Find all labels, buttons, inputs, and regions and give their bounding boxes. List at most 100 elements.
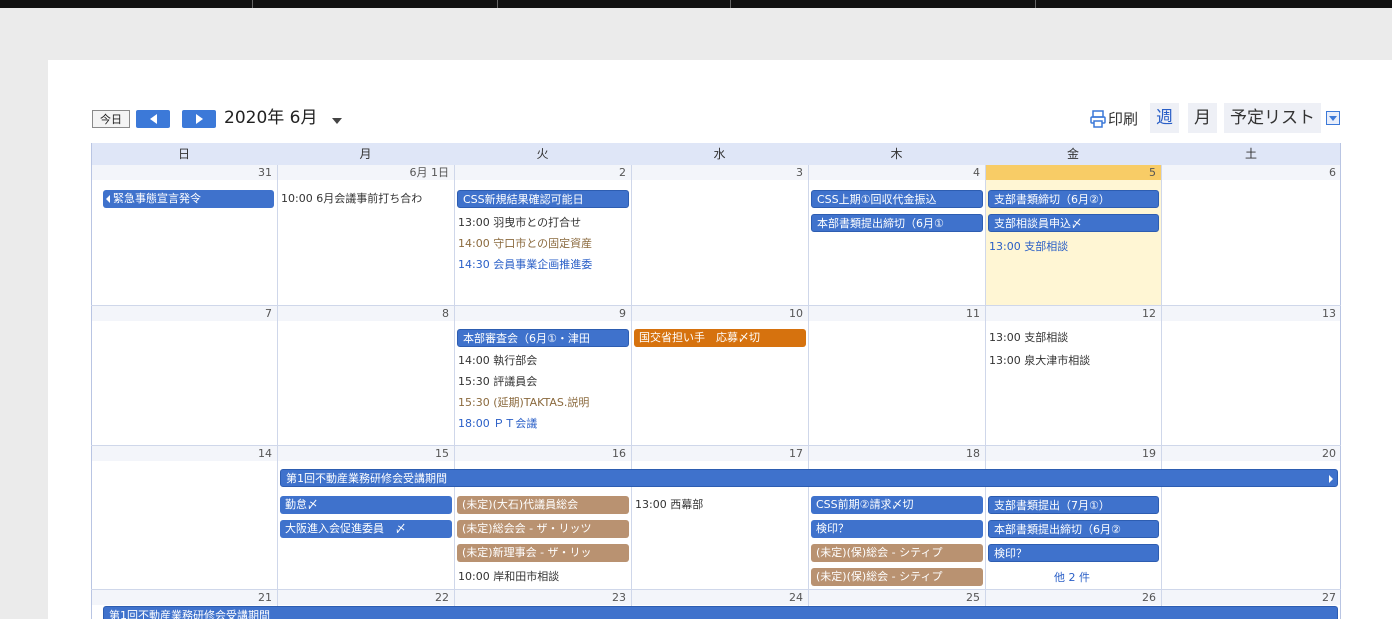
calendar-event[interactable]: 検印？ [988, 544, 1159, 562]
calendar-event[interactable]: 15:30 (延期)TAKTAS.説明 [458, 394, 630, 412]
day-number[interactable]: 22 [277, 590, 454, 605]
calendar-event[interactable]: 13:00 支部相談 [989, 329, 1159, 347]
day-number[interactable]: 18 [808, 446, 985, 461]
grid-line [1161, 165, 1162, 619]
calendar-event[interactable]: 13:00 西幕部 [635, 496, 807, 514]
day-number[interactable]: 3 [631, 165, 808, 180]
calendar-event[interactable]: 15:30 評議員会 [458, 373, 630, 391]
today-cell-highlight [985, 165, 1161, 305]
event-title: 第1回不動産業務研修会受講期間 [109, 609, 270, 619]
calendar-event[interactable]: 勤怠〆 [280, 496, 452, 514]
grid-border [1340, 143, 1341, 619]
calendar-event[interactable]: 13:00 泉大津市相談 [989, 352, 1159, 370]
weekday-sun: 日 [177, 147, 190, 161]
calendar-event[interactable]: 本部書類提出締切（6月② [988, 520, 1159, 538]
view-dropdown-button[interactable] [1326, 111, 1340, 125]
nav-separator [730, 0, 731, 8]
continues-left-icon [106, 195, 110, 203]
view-week-button[interactable]: 週 [1150, 103, 1179, 133]
calendar-event[interactable]: 14:00 執行部会 [458, 352, 630, 370]
grid-line [631, 165, 632, 619]
caret-down-icon[interactable] [332, 118, 342, 124]
chevron-left-icon [149, 114, 157, 124]
view-list-button[interactable]: 予定リスト [1224, 103, 1321, 133]
day-number[interactable]: 26 [985, 590, 1161, 605]
calendar-event[interactable]: 10:00 岸和田市相談 [458, 568, 630, 586]
grid-border [91, 143, 92, 619]
day-number[interactable]: 31 [91, 165, 277, 180]
day-number-today[interactable]: 5 [985, 165, 1161, 180]
view-month-button[interactable]: 月 [1188, 103, 1217, 133]
event-title: 第1回不動産業務研修会受講期間 [286, 472, 447, 485]
nav-separator [497, 0, 498, 8]
calendar-event[interactable]: (未定)(保)総会 - シティプ [811, 568, 983, 586]
day-number[interactable]: 27 [1161, 590, 1341, 605]
day-number[interactable]: 13 [1161, 306, 1341, 321]
calendar-event[interactable]: 緊急事態宣言発令 [103, 190, 274, 208]
day-number[interactable]: 7 [91, 306, 277, 321]
calendar-event[interactable]: 本部審査会（6月①・津田 [457, 329, 629, 347]
day-number[interactable]: 25 [808, 590, 985, 605]
grid-line [277, 165, 278, 619]
calendar-event[interactable]: 13:00 支部相談 [989, 238, 1159, 256]
prev-month-button[interactable] [136, 110, 170, 128]
calendar-event[interactable]: CSS新規結果確認可能日 [457, 190, 629, 208]
calendar-event[interactable]: 18:00 ＰＴ会議 [458, 415, 630, 433]
calendar-event-span[interactable]: 第1回不動産業務研修会受講期間 [280, 469, 1338, 487]
day-number[interactable]: 17 [631, 446, 808, 461]
calendar-event[interactable]: 支部書類提出（7月①） [988, 496, 1159, 514]
caret-down-icon [1329, 115, 1337, 121]
weekday-tue: 火 [536, 147, 549, 161]
day-number[interactable]: 6 [1161, 165, 1341, 180]
day-number[interactable]: 8 [277, 306, 454, 321]
more-events-link[interactable]: 他 2 件 [1054, 571, 1090, 585]
calendar-event[interactable]: (未定)(保)総会 - シティプ [811, 544, 983, 562]
top-navigation-bar [0, 0, 1392, 8]
calendar-event[interactable]: 検印？ [811, 520, 983, 538]
day-number[interactable]: 16 [454, 446, 631, 461]
day-number[interactable]: 15 [277, 446, 454, 461]
grid-line [454, 165, 455, 619]
calendar-event[interactable]: 大阪進入会促進委員 〆 [280, 520, 452, 538]
day-number[interactable]: 2 [454, 165, 631, 180]
day-number[interactable]: 4 [808, 165, 985, 180]
calendar-event[interactable]: (未定)新理事会 - ザ・リッ [457, 544, 629, 562]
day-number[interactable]: 20 [1161, 446, 1341, 461]
month-title[interactable]: 2020年 6月 [224, 106, 317, 130]
day-number[interactable]: 10 [631, 306, 808, 321]
calendar-event[interactable]: CSS前期②請求〆切 [811, 496, 983, 514]
weekday-fri: 金 [1066, 147, 1079, 161]
calendar-event[interactable]: 14:30 会員事業企画推進委 [458, 256, 630, 274]
continues-right-icon [1329, 475, 1333, 483]
printer-icon[interactable] [1090, 110, 1106, 128]
day-number[interactable]: 14 [91, 446, 277, 461]
day-number[interactable]: 6月 1日 [277, 165, 454, 180]
calendar-event[interactable]: 14:00 守口市との固定資産 [458, 235, 630, 253]
day-number[interactable]: 23 [454, 590, 631, 605]
day-number[interactable]: 21 [91, 590, 277, 605]
nav-separator [252, 0, 253, 8]
weekday-wed: 水 [713, 147, 726, 161]
weekday-sat: 土 [1244, 147, 1257, 161]
calendar-event[interactable]: CSS上期①回収代金振込 [811, 190, 983, 208]
calendar-event[interactable]: 支部書類締切（6月②） [988, 190, 1159, 208]
print-button[interactable]: 印刷 [1108, 107, 1138, 131]
calendar-event[interactable]: 国交省担い手 応募〆切 [634, 329, 806, 347]
calendar-event[interactable]: 支部相談員申込〆 [988, 214, 1159, 232]
grid-line [808, 165, 809, 619]
chevron-right-icon [195, 114, 203, 124]
day-number[interactable]: 9 [454, 306, 631, 321]
calendar-event[interactable]: 10:00 6月会議事前打ち合わ [281, 190, 453, 208]
calendar-event-span[interactable]: 第1回不動産業務研修会受講期間 [103, 606, 1338, 619]
calendar-event[interactable]: (未定)(大石)代議員総会 [457, 496, 629, 514]
day-number[interactable]: 11 [808, 306, 985, 321]
day-number[interactable]: 19 [985, 446, 1161, 461]
next-month-button[interactable] [182, 110, 216, 128]
calendar-event[interactable]: 本部書類提出締切（6月① [811, 214, 983, 232]
today-button[interactable]: 今日 [92, 110, 130, 128]
day-number[interactable]: 12 [985, 306, 1161, 321]
day-number[interactable]: 24 [631, 590, 808, 605]
calendar-event[interactable]: 13:00 羽曳市との打合せ [458, 214, 630, 232]
calendar-event[interactable]: (未定)総会会 - ザ・リッツ [457, 520, 629, 538]
grid-line [985, 165, 986, 619]
